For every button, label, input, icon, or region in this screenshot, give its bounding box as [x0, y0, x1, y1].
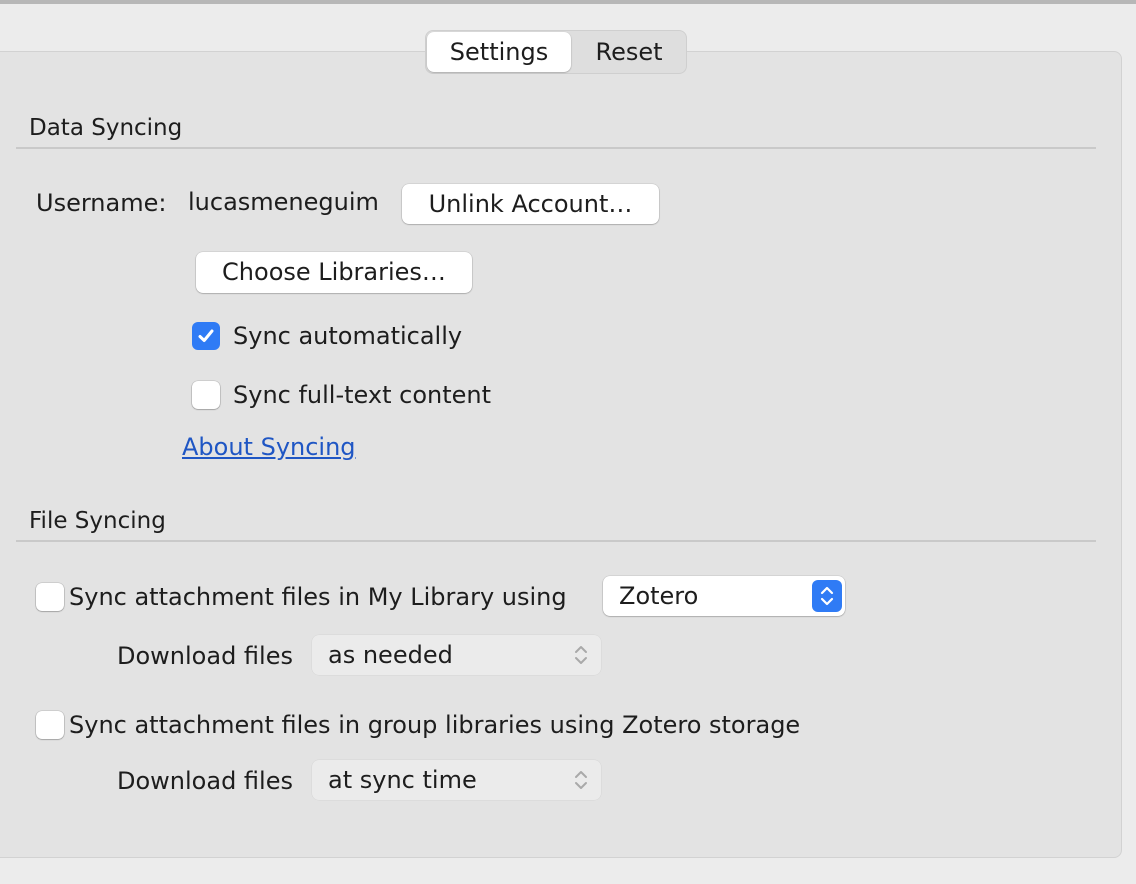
tab-reset[interactable]: Reset	[572, 31, 686, 73]
my-library-download-value: as needed	[328, 641, 453, 669]
choose-libraries-button[interactable]: Choose Libraries…	[196, 252, 472, 293]
about-syncing-link[interactable]: About Syncing	[182, 432, 356, 462]
select-arrows-icon	[575, 646, 587, 664]
checkmark-icon	[198, 329, 214, 342]
sync-method-value: Zotero	[619, 582, 699, 610]
tab-bar: Settings Reset	[425, 30, 687, 74]
sync-automatically-checkbox[interactable]	[192, 322, 220, 350]
sync-my-library-checkbox[interactable]	[36, 583, 64, 611]
group-download-select[interactable]: at sync time	[312, 760, 601, 800]
my-library-download-label: Download files	[117, 642, 293, 670]
window-top-border	[0, 0, 1136, 4]
sync-automatically-label: Sync automatically	[233, 322, 463, 350]
sync-group-libraries-checkbox[interactable]	[36, 711, 64, 739]
sync-group-libraries-label: Sync attachment files in group libraries…	[69, 711, 801, 739]
group-download-value: at sync time	[328, 766, 477, 794]
unlink-account-button[interactable]: Unlink Account…	[402, 184, 659, 224]
sync-my-library-label: Sync attachment files in My Library usin…	[69, 583, 567, 611]
tab-settings[interactable]: Settings	[427, 32, 571, 72]
data-syncing-divider	[16, 147, 1096, 149]
select-arrows-icon	[812, 580, 842, 612]
group-download-label: Download files	[117, 767, 293, 795]
file-syncing-heading: File Syncing	[29, 508, 166, 534]
file-syncing-divider	[16, 540, 1096, 542]
data-syncing-heading: Data Syncing	[29, 115, 183, 141]
select-arrows-icon	[575, 771, 587, 789]
username-label: Username:	[36, 189, 167, 217]
sync-method-select[interactable]: Zotero	[603, 576, 845, 616]
username-value: lucasmeneguim	[188, 188, 379, 216]
my-library-download-select[interactable]: as needed	[312, 635, 601, 675]
sync-fulltext-checkbox[interactable]	[192, 381, 220, 409]
sync-fulltext-label: Sync full-text content	[233, 381, 492, 409]
